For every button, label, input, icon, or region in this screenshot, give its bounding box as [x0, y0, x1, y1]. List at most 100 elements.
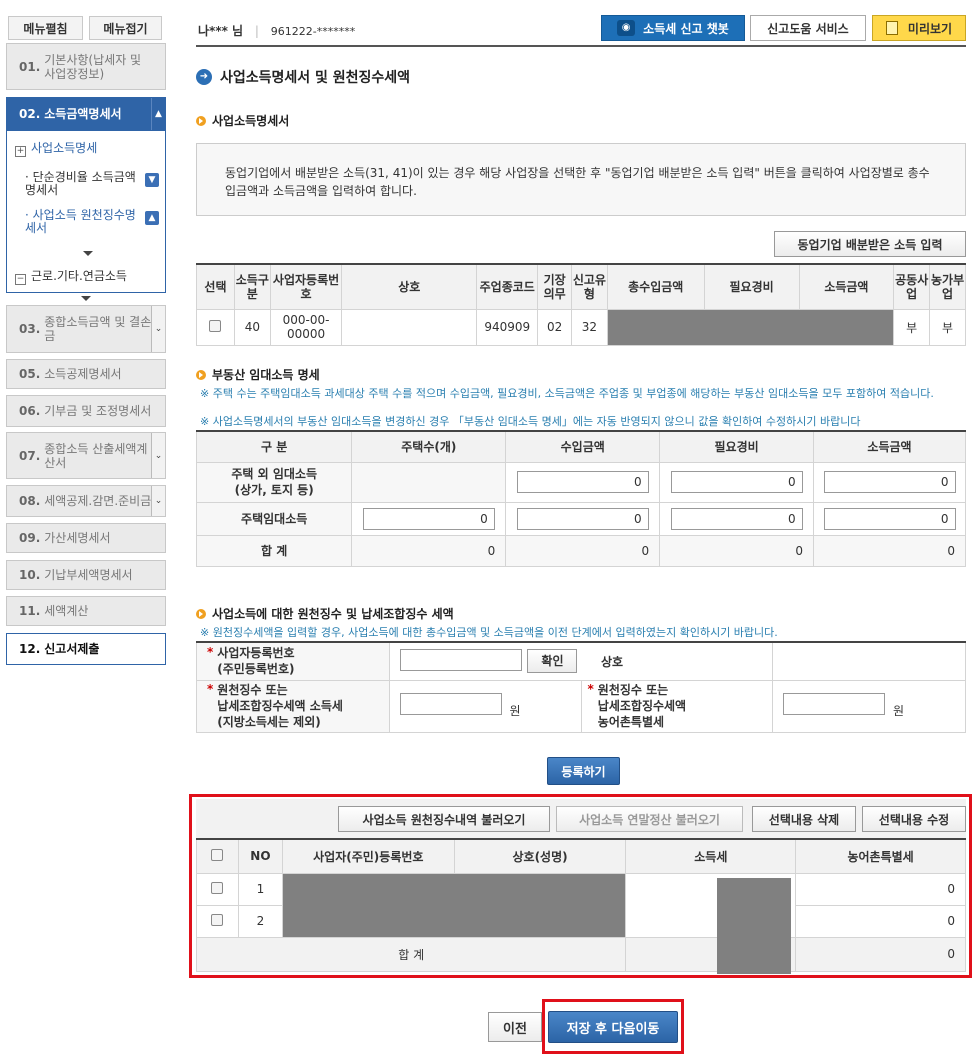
col-header: 상호(성명)	[453, 838, 627, 874]
cell: 0	[659, 501, 815, 536]
load-year-end-button[interactable]: 사업소득 연말정산 불러오기	[556, 806, 743, 832]
info-box: 동업기업에서 배분받은 소득(31, 41)이 있는 경우 해당 사업장을 선택…	[196, 143, 966, 216]
amount-input[interactable]: 0	[516, 471, 649, 493]
section-title-text: 사업소득명세서	[212, 114, 290, 128]
chevron-down-icon[interactable]: ▼	[145, 173, 159, 187]
page-title-text: 사업소득명세서 및 원천징수세액	[220, 70, 411, 86]
section-title-text: 사업소득에 대한 원천징수 및 납세조합징수 세액	[212, 607, 454, 621]
sidebar-sub-labor[interactable]: − 근로.기타.연금소득	[15, 267, 127, 285]
unit-label: 원	[892, 704, 905, 718]
bullet-icon	[196, 115, 206, 126]
field-label: 원천징수 또는 납세조합징수세액 농어촌특별세	[597, 683, 687, 729]
amount-input[interactable]: 0	[823, 471, 956, 493]
total-row: 합 계 0	[195, 936, 966, 972]
sidebar-subpanel: + 사업소득명세 · 단순경비율 소득금액명세서 ▼ · 사업소득 원천징수명세서…	[6, 131, 166, 293]
chevron-down-icon[interactable]: ⌄	[151, 306, 165, 352]
user-id: 961222-*******	[270, 25, 356, 38]
user-name: 나*** 님	[198, 24, 244, 38]
withholding-note: ※ 원천징수세액을 입력할 경우, 사업소득에 대한 총수입금액 및 소득금액을…	[200, 626, 778, 639]
edit-selected-button[interactable]: 선택내용 수정	[862, 806, 966, 832]
cell: 0	[795, 936, 966, 972]
register-button[interactable]: 등록하기	[547, 757, 620, 785]
chevron-up-icon[interactable]: ▲	[151, 98, 165, 130]
cell: 000-00-00000	[269, 308, 343, 346]
income-tax-input[interactable]	[399, 693, 502, 715]
sidebar-item-tax-calc[interactable]: 07. 종합소득 산출세액계산서 ⌄	[6, 432, 166, 479]
sidebar-item-num: 12.	[19, 642, 41, 656]
redacted-cell	[282, 873, 626, 937]
cell: 부	[929, 308, 966, 346]
chevron-up-icon[interactable]: ▲	[145, 211, 159, 225]
partner-income-button[interactable]: 동업기업 배분받은 소득 입력	[774, 231, 966, 257]
sidebar-item-prepaid[interactable]: 10. 기납부세액명세서	[6, 560, 166, 590]
chevron-down-icon[interactable]: ⌄	[151, 433, 165, 478]
sidebar-item-tax-compute[interactable]: 11. 세액계산	[6, 596, 166, 626]
amount-input[interactable]: 0	[823, 507, 956, 530]
sidebar-item-penalty[interactable]: 09. 가산세명세서	[6, 523, 166, 553]
sidebar-sub-simple-rate[interactable]: · 단순경비율 소득금액명세서	[25, 171, 137, 197]
load-withholding-button[interactable]: 사업소득 원천징수내역 불러오기	[338, 806, 550, 832]
cell: 0	[505, 461, 661, 503]
required-icon: *	[207, 682, 214, 696]
sidebar-item-submit[interactable]: 12. 신고서제출	[6, 633, 166, 665]
amount-input[interactable]: 0	[516, 507, 649, 530]
document-icon	[885, 21, 898, 35]
chevron-down-icon[interactable]: ⌄	[151, 486, 165, 516]
help-service-button[interactable]: 신고도움 서비스	[750, 15, 866, 41]
row-label: 주택임대소득	[195, 501, 353, 536]
sidebar-item-num: 07.	[19, 448, 41, 463]
redacted-block	[717, 877, 792, 974]
sidebar-item-basic-info[interactable]: 01. 기본사항(납세자 및 사업장정보)	[6, 43, 166, 90]
sidebar-item-label: 소득금액명세서	[44, 107, 122, 121]
menu-open-button[interactable]: 메뉴펼침	[8, 16, 83, 40]
sidebar-item-total-income[interactable]: 03. 종합소득금액 및 결손금 ⌄	[6, 305, 166, 353]
sidebar-item-label: 소득공제명세서	[44, 367, 122, 381]
required-icon: *	[587, 682, 594, 696]
chatbot-button[interactable]: ◉ 소득세 신고 챗봇	[601, 15, 745, 41]
reg-no-input[interactable]	[399, 648, 522, 671]
sidebar-sub-label: 사업소득 원천징수명세서	[25, 208, 136, 235]
withholding-section-title: 사업소득에 대한 원천징수 및 납세조합징수 세액	[196, 605, 454, 622]
sidebar-item-donation[interactable]: 06. 기부금 및 조정명세서	[6, 395, 166, 427]
col-header: 수입금액	[505, 430, 661, 463]
delete-selected-button[interactable]: 선택내용 삭제	[752, 806, 856, 832]
col-header: 신고유형	[570, 263, 608, 310]
required-icon: *	[207, 645, 214, 660]
select-all-checkbox[interactable]	[211, 848, 224, 861]
row-checkbox-cell	[196, 904, 239, 938]
row-checkbox[interactable]	[211, 913, 224, 926]
sidebar-sub-label: 사업소득명세	[31, 141, 98, 155]
sidebar-item-label: 기본사항(납세자 및 사업장정보)	[44, 52, 142, 81]
sidebar-item-tax-credit[interactable]: 08. 세액공제.감면.준비금 ⌄	[6, 485, 166, 517]
redacted-cell	[606, 308, 895, 346]
sidebar-item-num: 11.	[19, 604, 41, 618]
sidebar-sub-withholding[interactable]: · 사업소득 원천징수명세서	[25, 209, 137, 235]
business-section-title: 사업소득명세서	[196, 112, 289, 129]
confirm-button[interactable]: 확인	[527, 648, 578, 673]
prev-button[interactable]: 이전	[488, 1012, 542, 1042]
house-count-input[interactable]: 0	[362, 507, 495, 530]
unit-label: 원	[509, 704, 521, 718]
rental-note-2: ※ 사업소득명세서의 부동산 임대소득을 변경하신 경우 「부동산 임대소득 명…	[200, 415, 861, 428]
amount-input[interactable]: 0	[670, 507, 803, 530]
table-row: 40 000-00-00000 940909 02 32 부 부	[196, 308, 966, 346]
cell: 32	[570, 308, 608, 346]
bullet-icon	[196, 369, 206, 380]
sidebar-item-label: 신고서제출	[44, 642, 100, 656]
col-header: 총수입금액	[606, 263, 705, 310]
sidebar-item-income-statement[interactable]: 02. 소득금액명세서 ▲	[6, 97, 166, 131]
row-checkbox[interactable]	[211, 881, 224, 894]
menu-close-button[interactable]: 메뉴접기	[89, 16, 162, 40]
amount-input[interactable]: 0	[670, 471, 803, 493]
expand-arrow-icon	[81, 296, 91, 301]
save-next-button[interactable]: 저장 후 다음이동	[548, 1011, 678, 1043]
sidebar-item-label: 가산세명세서	[44, 531, 111, 545]
row-checkbox[interactable]	[209, 319, 222, 332]
sidebar-item-deductions[interactable]: 05. 소득공제명세서	[6, 359, 166, 389]
preview-button[interactable]: 미리보기	[872, 15, 966, 41]
rural-tax-input[interactable]	[783, 693, 886, 715]
cell	[351, 461, 507, 503]
sidebar-sub-business[interactable]: + 사업소득명세	[15, 139, 97, 157]
user-info: 나*** 님 | 961222-*******	[198, 22, 355, 39]
table-row: 1 0	[196, 872, 966, 974]
